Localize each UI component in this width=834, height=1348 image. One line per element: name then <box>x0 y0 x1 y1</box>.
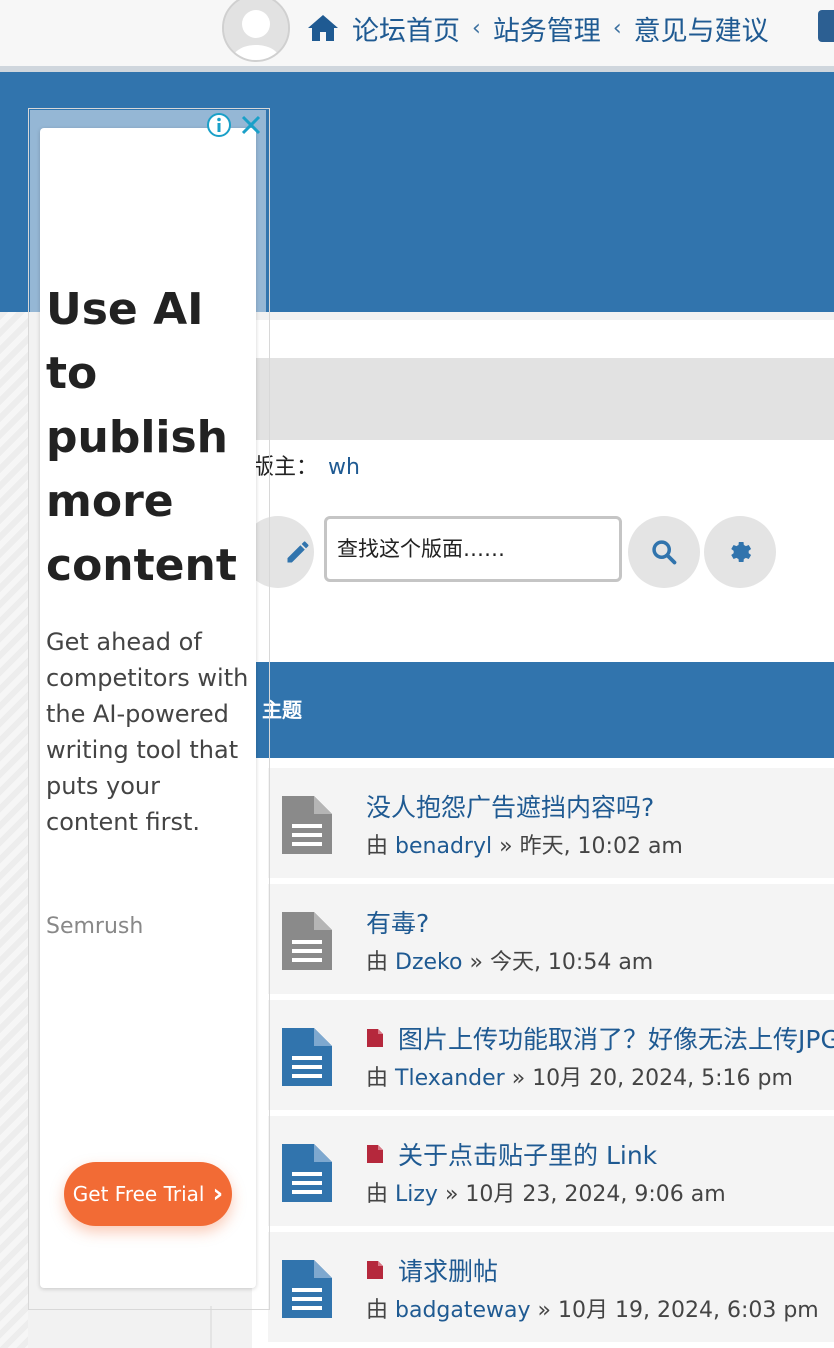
file-blue-icon <box>280 1142 334 1208</box>
topic-title[interactable]: 没人抱怨广告遮挡内容吗? <box>366 788 654 824</box>
topic-title[interactable]: 请求删帖 <box>366 1252 498 1288</box>
topic-author-link[interactable]: Dzeko <box>395 950 462 975</box>
file-gray-icon <box>280 910 334 976</box>
forum-title-strip <box>252 358 834 440</box>
file-blue-icon <box>280 1258 334 1324</box>
user-silhouette-icon <box>224 0 288 60</box>
ad-info-icon[interactable] <box>206 112 232 138</box>
topic-row[interactable]: 图片上传功能取消了？好像无法上传JPG 由 Tlexander » 10月 20… <box>268 998 834 1110</box>
topic-row[interactable]: 关于点击贴子里的 Link 由 Lizy » 10月 23, 2024, 9:0… <box>268 1114 834 1226</box>
ad-close-icon[interactable] <box>238 112 264 138</box>
topic-by-label: 由 <box>366 1298 389 1323</box>
ad-cta-button[interactable]: Get Free Trial › <box>64 1162 232 1226</box>
topic-time: 10月 23, 2024, 9:06 am <box>465 1182 726 1207</box>
topic-meta-separator: » <box>511 1066 526 1091</box>
topic-title-text[interactable]: 请求删帖 <box>398 1257 498 1286</box>
breadcrumb-item-site-admin[interactable]: 站务管理 <box>493 9 601 48</box>
topic-row[interactable]: 没人抱怨广告遮挡内容吗? 由 benadryl » 昨天, 10:02 am <box>268 766 834 878</box>
hot-topic-icon <box>366 1257 384 1286</box>
topic-row[interactable]: 请求删帖 由 badgateway » 10月 19, 2024, 6:03 p… <box>268 1230 834 1342</box>
breadcrumb-separator: ‹ <box>612 15 622 41</box>
topic-by-label: 由 <box>366 1182 389 1207</box>
topic-author-link[interactable]: badgateway <box>395 1298 531 1323</box>
topic-meta: 由 benadryl » 昨天, 10:02 am <box>366 828 683 860</box>
topic-meta: 由 Lizy » 10月 23, 2024, 9:06 am <box>366 1176 726 1208</box>
chevron-right-icon: › <box>212 1179 224 1209</box>
topic-meta: 由 Tlexander » 10月 20, 2024, 5:16 pm <box>366 1060 793 1092</box>
topic-time: 10月 19, 2024, 6:03 pm <box>558 1298 819 1323</box>
hot-topic-icon <box>366 1141 384 1170</box>
topic-meta: 由 badgateway » 10月 19, 2024, 6:03 pm <box>366 1292 819 1324</box>
breadcrumb-item-index[interactable]: 论坛首页 <box>352 9 460 48</box>
pencil-icon <box>287 541 309 563</box>
topic-meta-separator: » <box>444 1182 459 1207</box>
topic-title-text[interactable]: 关于点击贴子里的 Link <box>398 1141 657 1170</box>
topic-meta-separator: » <box>499 834 513 859</box>
topic-by-label: 由 <box>366 1066 389 1091</box>
topic-time: 昨天, 10:02 am <box>519 834 683 859</box>
ad-brand[interactable]: Semrush <box>46 914 143 939</box>
forum-search-input[interactable] <box>324 516 622 582</box>
search-icon <box>652 540 677 565</box>
topic-time: 10月 20, 2024, 5:16 pm <box>532 1066 793 1091</box>
topic-meta: 由 Dzeko » 今天, 10:54 am <box>366 944 653 976</box>
advanced-search-button[interactable] <box>704 516 776 588</box>
lock-icon[interactable] <box>818 10 834 42</box>
topic-row[interactable]: 有毒? 由 Dzeko » 今天, 10:54 am <box>268 882 834 994</box>
page-background-corner <box>210 1306 254 1348</box>
ad-cta-label: Get Free Trial <box>72 1182 205 1206</box>
topic-author-link[interactable]: benadryl <box>395 834 492 859</box>
topic-meta-separator: » <box>469 950 483 975</box>
breadcrumb-separator: ‹ <box>472 15 481 41</box>
ad-headline[interactable]: Use AI to publish more content <box>46 278 256 598</box>
topic-author-link[interactable]: Lizy <box>395 1182 438 1207</box>
topic-by-label: 由 <box>366 950 389 975</box>
topic-title[interactable]: 图片上传功能取消了？好像无法上传JPG <box>366 1020 834 1056</box>
topic-title[interactable]: 有毒? <box>366 904 429 940</box>
topic-title-text[interactable]: 图片上传功能取消了？好像无法上传JPG <box>398 1025 834 1054</box>
topics-header: 主题 <box>252 662 834 758</box>
hot-topic-icon <box>366 1025 384 1054</box>
breadcrumb: 论坛首页 ‹ 站务管理 ‹ 意见与建议 <box>306 6 769 50</box>
topic-meta-separator: » <box>537 1298 551 1323</box>
topic-by-label: 由 <box>366 834 389 859</box>
page-background-stripe <box>0 312 28 1348</box>
file-blue-icon <box>280 1026 334 1092</box>
home-icon[interactable] <box>306 13 340 43</box>
search-button[interactable] <box>628 516 700 588</box>
topic-time: 今天, 10:54 am <box>489 950 654 975</box>
topic-title[interactable]: 关于点击贴子里的 Link <box>366 1136 657 1172</box>
file-gray-icon <box>280 794 334 860</box>
gear-icon <box>731 541 752 563</box>
breadcrumb-item-feedback[interactable]: 意见与建议 <box>634 9 769 48</box>
moderator-link[interactable]: wh <box>328 455 360 480</box>
ad-body-text[interactable]: Get ahead of competitors with the AI-pow… <box>46 624 256 840</box>
topic-author-link[interactable]: Tlexander <box>395 1066 505 1091</box>
